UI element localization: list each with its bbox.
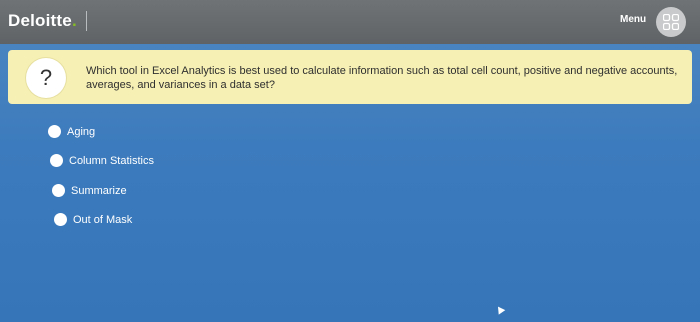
- option-label: Out of Mask: [73, 213, 133, 226]
- answer-option-out-of-mask[interactable]: Out of Mask: [54, 213, 132, 226]
- answer-options: Aging Column Statistics Summarize Out of…: [0, 0, 700, 322]
- radio-button[interactable]: [52, 184, 65, 197]
- radio-button[interactable]: [54, 213, 67, 226]
- option-label: Aging: [67, 125, 96, 138]
- radio-button[interactable]: [48, 125, 61, 138]
- option-label: Column Statistics: [69, 154, 154, 167]
- answer-option-column-statistics[interactable]: Column Statistics: [50, 154, 154, 167]
- answer-option-aging[interactable]: Aging: [48, 125, 95, 138]
- radio-button[interactable]: [50, 154, 63, 167]
- quiz-screen: Deloitte. Menu ? Which tool in Excel Ana…: [0, 0, 700, 322]
- answer-option-summarize[interactable]: Summarize: [52, 184, 127, 197]
- option-label: Summarize: [71, 184, 127, 197]
